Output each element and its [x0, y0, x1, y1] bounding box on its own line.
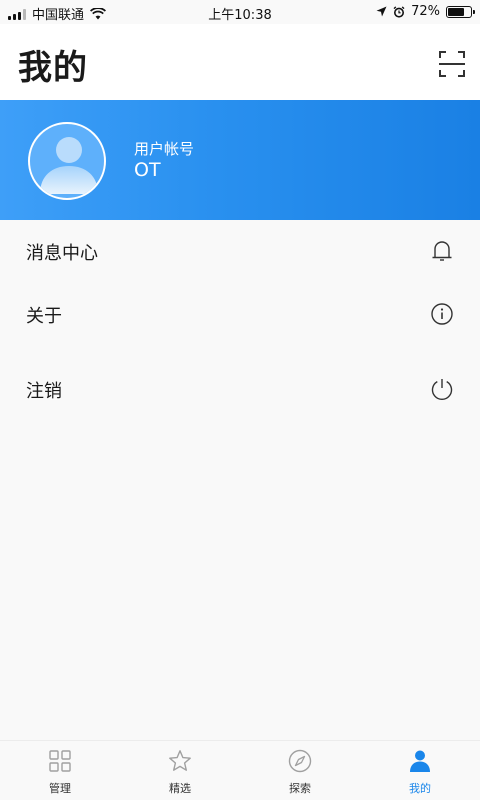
- user-avatar-icon[interactable]: [28, 122, 106, 200]
- tab-manage[interactable]: 管理: [0, 741, 120, 800]
- tab-label: 管理: [49, 782, 71, 795]
- battery-fill: [448, 7, 464, 16]
- tab-featured[interactable]: 精选: [120, 741, 240, 800]
- tab-label: 精选: [169, 782, 191, 795]
- compass-icon: [288, 749, 312, 773]
- status-right: 72%: [376, 4, 475, 19]
- battery-percent: 72%: [411, 4, 440, 19]
- tab-bar: 管理 精选 探索 我的: [0, 740, 480, 800]
- power-icon: [431, 379, 453, 401]
- tab-explore[interactable]: 探索: [240, 741, 360, 800]
- star-icon: [169, 750, 191, 771]
- location-icon: [376, 6, 387, 17]
- header: 我的: [0, 24, 480, 100]
- menu-item-label: 注销: [26, 381, 62, 402]
- scan-icon[interactable]: [438, 50, 466, 78]
- account-value: OT: [134, 159, 161, 181]
- avatar-silhouette: [40, 137, 98, 194]
- status-bar: 中国联通 上午10:38 72%: [0, 0, 480, 24]
- grid-icon: [49, 750, 71, 772]
- menu-item-messages[interactable]: 消息中心: [0, 223, 480, 279]
- bell-icon: [432, 241, 452, 261]
- menu-item-label: 消息中心: [26, 243, 98, 264]
- account-label: 用户帐号: [134, 140, 195, 158]
- menu-item-about[interactable]: 关于: [0, 286, 480, 342]
- tab-label: 我的: [409, 782, 431, 795]
- battery-icon: [446, 5, 475, 18]
- menu-item-logout[interactable]: 注销: [0, 361, 480, 417]
- tab-label: 探索: [289, 782, 311, 795]
- alarm-icon: [393, 5, 405, 18]
- profile-banner[interactable]: 用户帐号 OT: [0, 100, 480, 220]
- info-icon: [431, 303, 453, 325]
- tab-mine[interactable]: 我的: [360, 741, 480, 800]
- person-icon: [410, 750, 430, 772]
- menu-item-label: 关于: [26, 306, 62, 327]
- page-title: 我的: [18, 48, 88, 88]
